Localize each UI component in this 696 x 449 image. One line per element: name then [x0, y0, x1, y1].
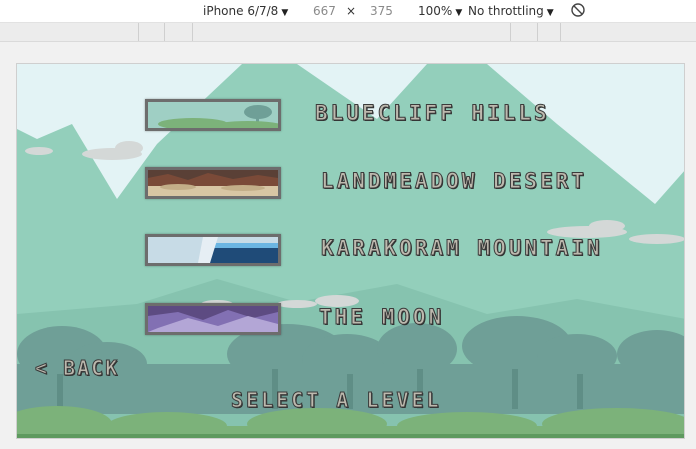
ruler-divider	[192, 23, 193, 41]
devtools-device-toolbar: iPhone 6/7/8 ▼ 667 × 375 100% ▼ No throttl…	[0, 0, 696, 23]
ruler-divider	[138, 23, 139, 41]
level-thumbnail-mountain	[145, 234, 281, 266]
level-thumbnail-desert	[145, 167, 281, 199]
level-button-karakoram-mountain[interactable]: KARAKORAM MOUNTAIN	[145, 234, 655, 266]
back-button[interactable]: < BACK	[34, 356, 119, 381]
ruler-divider	[560, 23, 561, 41]
level-label: BLUECLIFF HILLS	[315, 101, 550, 126]
level-label: KARAKORAM MOUNTAIN	[321, 236, 603, 261]
level-label: THE MOON	[318, 305, 445, 330]
game-viewport[interactable]: BLUECLIFF HILLS LANDMEADOW DESERT KARAKO…	[16, 63, 685, 439]
level-button-bluecliff-hills[interactable]: BLUECLIFF HILLS	[145, 99, 605, 131]
level-thumbnail-moon	[145, 303, 281, 335]
chevron-down-icon: ▼	[546, 8, 554, 18]
page-title: SELECT A LEVEL	[231, 388, 442, 413]
throttling-select[interactable]: No throttling ▼	[468, 4, 554, 18]
media-query-ruler	[0, 23, 696, 42]
level-button-the-moon[interactable]: THE MOON	[145, 303, 475, 335]
device-select-label: iPhone 6/7/8	[203, 4, 279, 18]
level-label: LANDMEADOW DESERT	[321, 169, 587, 194]
ruler-divider	[164, 23, 165, 41]
height-field[interactable]: 375	[370, 4, 393, 18]
rotate-button[interactable]	[570, 2, 586, 21]
level-thumbnail-hills	[145, 99, 281, 131]
dimension-times-sign: ×	[346, 4, 357, 18]
chevron-down-icon: ▼	[455, 8, 463, 18]
width-field[interactable]: 667	[313, 4, 336, 18]
throttling-select-label: No throttling	[468, 4, 544, 18]
device-select[interactable]: iPhone 6/7/8 ▼	[203, 4, 288, 18]
ruler-divider	[510, 23, 511, 41]
chevron-down-icon: ▼	[281, 8, 289, 18]
ruler-divider	[537, 23, 538, 41]
level-button-landmeadow-desert[interactable]: LANDMEADOW DESERT	[145, 167, 635, 199]
rotate-icon	[571, 3, 585, 17]
zoom-select[interactable]: 100% ▼	[418, 4, 462, 18]
zoom-select-label: 100%	[418, 4, 453, 18]
